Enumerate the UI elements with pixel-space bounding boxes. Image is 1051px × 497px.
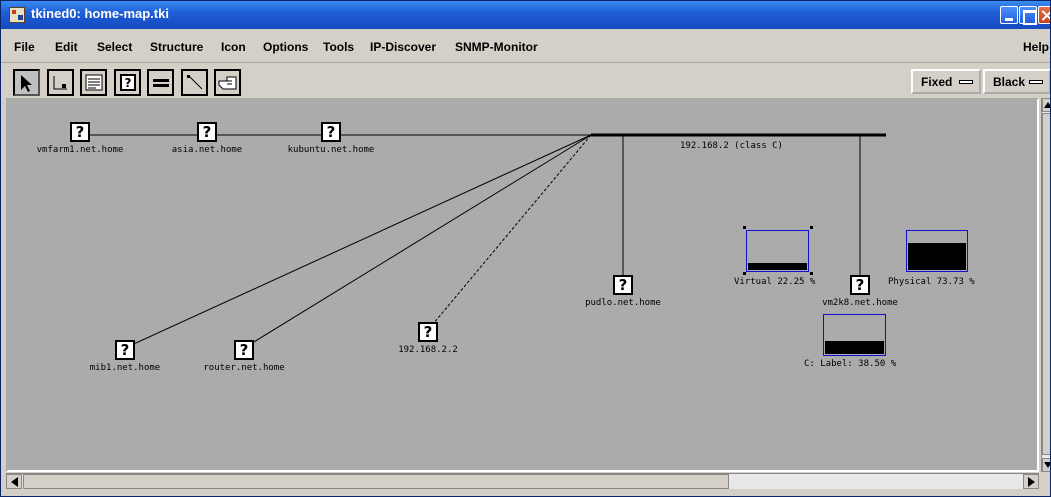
menu-help[interactable]: Help: [1023, 40, 1049, 54]
link-line: [243, 134, 592, 349]
node-192-168-2-2[interactable]: ? 192.168.2.2: [363, 322, 493, 355]
link-tool[interactable]: [181, 69, 208, 96]
menu-ip-discover[interactable]: IP-Discover: [370, 40, 436, 54]
bargraph-fill: [825, 340, 884, 354]
select-tool[interactable]: [13, 69, 40, 96]
status-bar: [1, 489, 1050, 496]
network-label: 192.168.2 (class C): [680, 141, 783, 151]
unknown-node-icon: ?: [321, 122, 341, 142]
unknown-node-icon: ?: [197, 122, 217, 142]
link-line-icon: [187, 75, 203, 90]
selection-handle[interactable]: [743, 226, 746, 229]
node-kubuntu[interactable]: ? kubuntu.net.home: [266, 122, 396, 155]
app-window: tkined0: home-map.tki File Edit Select S…: [0, 0, 1051, 497]
bargraph-label: Physical 73.73 %: [888, 277, 975, 287]
menu-select[interactable]: Select: [97, 40, 132, 54]
close-button[interactable]: [1038, 6, 1050, 24]
text-box-icon: [85, 74, 103, 91]
minimize-button[interactable]: [1000, 6, 1018, 24]
unknown-node-icon: ?: [70, 122, 90, 142]
bargraph-virtual[interactable]: [746, 230, 809, 272]
dropdown-indicator-icon: [1029, 80, 1043, 84]
bargraph-label: C: Label: 38.50 %: [804, 359, 897, 369]
menu-structure[interactable]: Structure: [150, 40, 203, 54]
selection-handle[interactable]: [810, 272, 813, 275]
node-label: pudlo.net.home: [585, 298, 661, 308]
arrow-cursor-icon: [21, 75, 32, 92]
toolbar: ? Fixed Black: [1, 63, 1050, 97]
window-title: tkined0: home-map.tki: [31, 6, 169, 21]
node-label: router.net.home: [203, 363, 285, 373]
selection-handle[interactable]: [743, 272, 746, 275]
menu-tools[interactable]: Tools: [323, 40, 354, 54]
app-icon: [9, 7, 25, 23]
resize-grip-icon[interactable]: [1041, 473, 1050, 489]
maximize-button[interactable]: [1019, 6, 1037, 25]
bargraph-physical[interactable]: [906, 230, 968, 272]
menu-options[interactable]: Options: [263, 40, 308, 54]
node-label: vm2k8.net.home: [822, 298, 898, 308]
node-tool[interactable]: ?: [114, 69, 141, 96]
node-vmfarm1[interactable]: ? vmfarm1.net.home: [15, 122, 145, 155]
node-router[interactable]: ? router.net.home: [179, 340, 309, 373]
scroll-left-arrow-icon[interactable]: [6, 474, 22, 489]
unknown-node-icon: ?: [613, 275, 633, 295]
bargraph-label: Virtual 22.25 %: [734, 277, 816, 287]
map-canvas[interactable]: 192.168.2 (class C) ? vmfarm1.net.home ?…: [6, 98, 1039, 472]
bargraph-fill: [748, 263, 807, 270]
scroll-right-arrow-icon[interactable]: [1023, 474, 1039, 489]
group-tool[interactable]: [214, 69, 241, 96]
unknown-node-icon: ?: [850, 275, 870, 295]
vertical-scroll-thumb[interactable]: [1042, 113, 1050, 455]
text-tool[interactable]: [80, 69, 107, 96]
menu-icon[interactable]: Icon: [221, 40, 246, 54]
font-select[interactable]: Fixed: [911, 69, 981, 94]
node-asia[interactable]: ? asia.net.home: [142, 122, 272, 155]
selection-handle[interactable]: [810, 226, 813, 229]
scroll-down-arrow-icon[interactable]: [1042, 458, 1050, 472]
node-label: asia.net.home: [171, 145, 243, 155]
node-label: 192.168.2.2: [398, 345, 458, 355]
menu-edit[interactable]: Edit: [55, 40, 78, 54]
question-node-icon: ?: [120, 74, 136, 91]
dropdown-indicator-icon: [959, 80, 973, 84]
bargraph-c-label[interactable]: [823, 314, 886, 356]
unknown-node-icon: ?: [234, 340, 254, 360]
node-label: mib1.net.home: [89, 363, 161, 373]
pointing-hand-icon: [218, 76, 237, 90]
link-line: [124, 134, 592, 349]
menu-bar: File Edit Select Structure Icon Options …: [1, 29, 1050, 63]
font-select-value: Fixed: [921, 75, 953, 89]
menu-snmp-monitor[interactable]: SNMP-Monitor: [455, 40, 538, 54]
bargraph-fill: [908, 242, 966, 270]
svg-text:?: ?: [125, 76, 132, 90]
vertical-scrollbar[interactable]: [1041, 98, 1050, 472]
node-pudlo[interactable]: ? pudlo.net.home: [558, 275, 688, 308]
scroll-up-arrow-icon[interactable]: [1042, 98, 1050, 112]
color-select[interactable]: Black: [983, 69, 1050, 94]
unknown-node-icon: ?: [115, 340, 135, 360]
horizontal-scrollbar[interactable]: [6, 473, 1039, 489]
unknown-node-icon: ?: [418, 322, 438, 342]
color-select-value: Black: [993, 75, 1026, 89]
resize-icon: [53, 76, 67, 90]
resize-tool[interactable]: [47, 69, 74, 96]
node-label: kubuntu.net.home: [287, 145, 375, 155]
menu-file[interactable]: File: [14, 40, 35, 54]
network-tool[interactable]: [147, 69, 174, 96]
node-mib1[interactable]: ? mib1.net.home: [60, 340, 190, 373]
horizontal-scroll-thumb[interactable]: [23, 474, 729, 489]
node-label: vmfarm1.net.home: [36, 145, 124, 155]
title-bar[interactable]: tkined0: home-map.tki: [1, 1, 1050, 29]
network-bar-icon: [153, 79, 169, 87]
